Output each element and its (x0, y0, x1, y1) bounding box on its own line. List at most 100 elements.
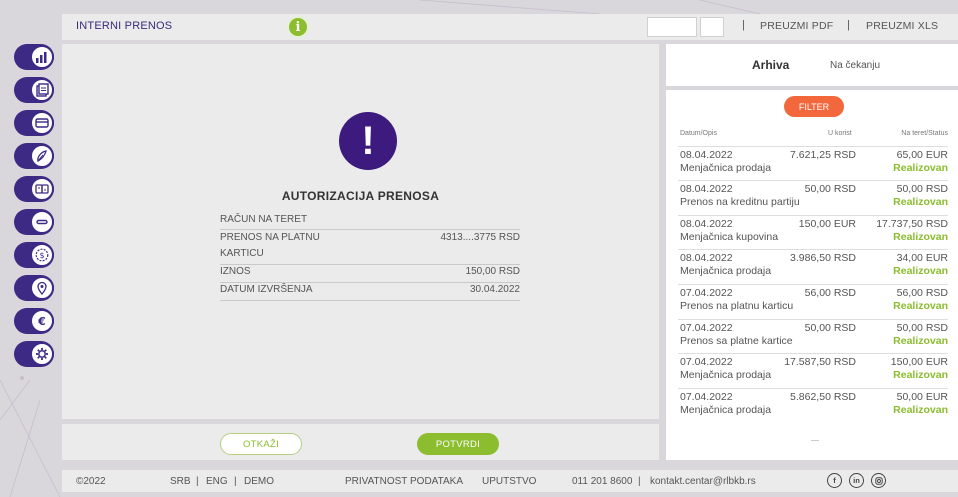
archive-tabs: Arhiva Na čekanju (666, 44, 958, 86)
confirm-button[interactable]: POTVRDI (417, 433, 499, 455)
language-srb[interactable]: SRB (170, 476, 191, 487)
separator: | (742, 19, 745, 31)
settings-icon (30, 342, 54, 366)
separator: | (847, 19, 850, 31)
detail-row: PRENOS NA PLATNU 4313....3775 RSD (220, 232, 520, 249)
detail-label: IZNOS (220, 266, 251, 277)
detail-row: KARTICU (220, 248, 520, 265)
separator: | (638, 476, 641, 487)
transaction-date: 08.04.2022 (680, 149, 733, 161)
transaction-row[interactable]: 07.04.2022 Menjačnica prodaja 17.587,50 … (678, 353, 948, 386)
transaction-credit: 5.862,50 RSD (790, 391, 856, 403)
sidebar-item-cards[interactable] (14, 110, 58, 136)
detail-divider (220, 214, 520, 230)
card-icon (30, 111, 54, 135)
transaction-description: Menjačnica prodaja (680, 369, 772, 381)
column-header-credit: U korist (828, 130, 852, 137)
detail-label: KARTICU (220, 248, 264, 259)
sidebar-item-documents[interactable] (14, 77, 58, 103)
transaction-debit: 50,00 EUR (896, 391, 948, 403)
transaction-description: Menjačnica prodaja (680, 404, 772, 416)
transfer-icon (30, 177, 54, 201)
detail-row: DATUM IZVRŠENJA 30.04.2022 (220, 284, 520, 301)
sidebar-item-transfers[interactable] (14, 176, 58, 202)
transaction-debit: 34,00 EUR (896, 252, 948, 264)
status-badge: Realizovan (893, 265, 948, 277)
transaction-debit: 50,00 RSD (896, 322, 948, 334)
transaction-credit: 150,00 EUR (798, 218, 856, 230)
tab-archive[interactable]: Arhiva (752, 58, 789, 72)
scroll-indicator (811, 440, 819, 441)
facebook-icon[interactable]: f (827, 473, 842, 488)
transaction-row[interactable]: 08.04.2022 Menjačnica prodaja 3.986,50 R… (678, 249, 948, 282)
transaction-debit: 150,00 EUR (890, 356, 948, 368)
location-pin-icon (30, 276, 54, 300)
detail-value: 30.04.2022 (469, 284, 520, 295)
separator: | (234, 476, 237, 487)
transaction-credit: 7.621,25 RSD (790, 149, 856, 161)
column-header-date: Datum/Opis (680, 130, 717, 137)
transaction-debit: 65,00 EUR (896, 149, 948, 161)
instructions-link[interactable]: UPUTSTVO (482, 476, 536, 487)
detail-label: DATUM IZVRŠENJA (220, 284, 313, 295)
column-header-debit: Na teret/Status (901, 130, 948, 137)
bar-chart-icon (30, 45, 54, 69)
status-badge: Realizovan (893, 231, 948, 243)
transaction-description: Menjačnica prodaja (680, 265, 772, 277)
transaction-row[interactable]: 07.04.2022 Menjačnica prodaja 5.862,50 R… (678, 388, 948, 421)
transaction-credit: 50,00 RSD (804, 183, 856, 195)
transaction-row[interactable]: 08.04.2022 Prenos na kreditnu partiju 50… (678, 180, 948, 213)
transaction-credit: 17.587,50 RSD (784, 356, 856, 368)
sidebar-item-savings[interactable]: $ (14, 242, 58, 268)
transaction-debit: 50,00 RSD (896, 183, 948, 195)
cancel-button[interactable]: OTKAŽI (220, 433, 302, 455)
transaction-date: 08.04.2022 (680, 218, 733, 230)
sidebar-item-loans[interactable] (14, 209, 58, 235)
euro-icon: € (30, 309, 54, 333)
info-icon[interactable]: i (287, 16, 309, 38)
authorization-panel: ! AUTORIZACIJA PRENOSA RAČUN NA TERET PR… (62, 44, 659, 419)
minus-icon (30, 210, 54, 234)
transaction-row[interactable]: 08.04.2022 Menjačnica prodaja 7.621,25 R… (678, 146, 948, 179)
transaction-debit: 56,00 RSD (896, 287, 948, 299)
status-badge: Realizovan (893, 404, 948, 416)
download-xls-link[interactable]: PREUZMI XLS (866, 20, 938, 32)
toolbar-field-2[interactable] (700, 17, 724, 37)
svg-text:$: $ (39, 251, 44, 260)
sidebar-item-payments[interactable] (14, 143, 58, 169)
download-pdf-link[interactable]: PREUZMI PDF (760, 20, 833, 32)
detail-value: 4313....3775 RSD (440, 232, 521, 243)
sidebar-item-overview[interactable] (14, 44, 58, 70)
transaction-row[interactable]: 07.04.2022 Prenos sa platne kartice 50,0… (678, 319, 948, 352)
transaction-date: 08.04.2022 (680, 252, 733, 264)
status-badge: Realizovan (893, 196, 948, 208)
privacy-link[interactable]: PRIVATNOST PODATAKA (345, 476, 463, 487)
filter-button[interactable]: FILTER (784, 96, 844, 117)
exclamation-icon: ! (339, 112, 397, 170)
transaction-row[interactable]: 07.04.2022 Prenos na platnu karticu 56,0… (678, 284, 948, 317)
instagram-icon[interactable] (871, 473, 886, 488)
document-icon (30, 78, 54, 102)
sidebar-item-settings[interactable] (14, 341, 58, 367)
footer: ©2022 SRB | ENG | DEMO PRIVATNOST PODATA… (62, 470, 958, 492)
pen-icon (30, 144, 54, 168)
transaction-credit: 3.986,50 RSD (790, 252, 856, 264)
transaction-list: FILTER Datum/Opis U korist Na teret/Stat… (666, 90, 958, 460)
sidebar-item-locations[interactable] (14, 275, 58, 301)
detail-label: PRENOS NA PLATNU (220, 232, 320, 243)
transaction-row[interactable]: 08.04.2022 Menjačnica kupovina 150,00 EU… (678, 215, 948, 248)
demo-link[interactable]: DEMO (244, 476, 274, 487)
transaction-description: Menjačnica prodaja (680, 162, 772, 174)
transaction-date: 07.04.2022 (680, 391, 733, 403)
sidebar-item-exchange[interactable]: € (14, 308, 58, 334)
detail-value: 150,00 RSD (465, 266, 520, 277)
transaction-description: Prenos na kreditnu partiju (680, 196, 800, 208)
transaction-description: Prenos na platnu karticu (680, 300, 794, 312)
toolbar-field-1[interactable] (647, 17, 697, 37)
email-link[interactable]: kontakt.centar@rlbkb.rs (650, 476, 756, 487)
tab-pending[interactable]: Na čekanju (830, 60, 880, 71)
separator: | (196, 476, 199, 487)
linkedin-icon[interactable]: in (849, 473, 864, 488)
transaction-description: Prenos sa platne kartice (680, 335, 793, 347)
language-eng[interactable]: ENG (206, 476, 228, 487)
